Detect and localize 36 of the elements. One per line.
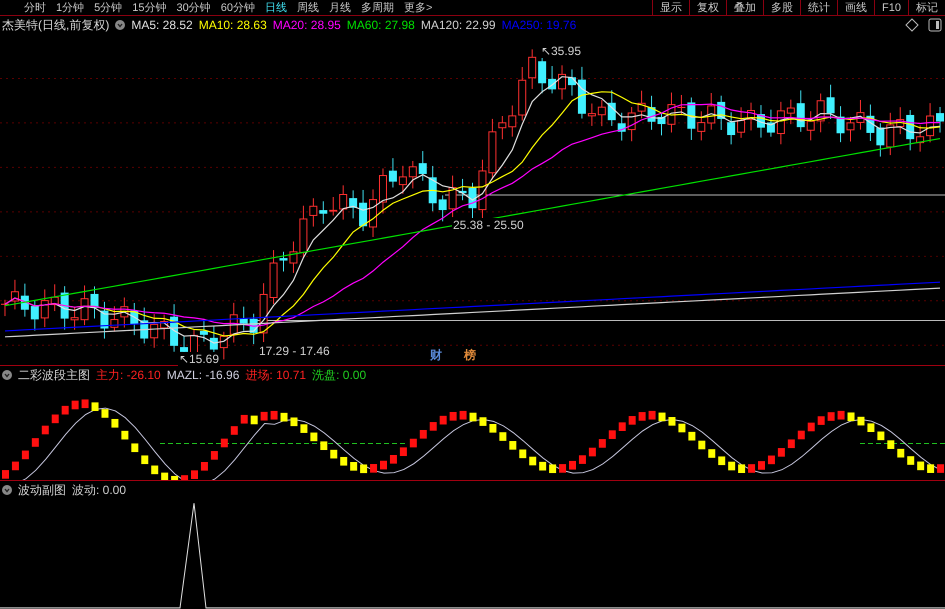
price-label: 17.29 - 17.46 xyxy=(258,344,331,358)
indicator-value: MA120: 22.99 xyxy=(420,18,496,32)
period-tab[interactable]: 5分钟 xyxy=(94,0,122,14)
indicator-value: MA5: 28.52 xyxy=(131,18,193,32)
collapse-icon[interactable] xyxy=(115,20,126,30)
indicator-value: 波动: 0.00 xyxy=(72,482,126,498)
indicator-title: 二彩波段主图 xyxy=(18,366,90,384)
indicator-value: 主力: -26.10 xyxy=(96,366,161,384)
period-tab[interactable]: 分时 xyxy=(24,0,46,14)
period-tab[interactable]: 月线 xyxy=(329,0,351,14)
price-label: 25.38 - 25.50 xyxy=(452,218,525,232)
indicator-title: 波动副图 xyxy=(18,482,66,498)
indicator-value: MAZL: -16.96 xyxy=(166,368,240,382)
period-tab[interactable]: 1分钟 xyxy=(56,0,84,14)
indicator-value: MA10: 28.63 xyxy=(198,18,267,32)
collapse-icon[interactable] xyxy=(2,370,12,380)
event-marker[interactable]: 榜 xyxy=(464,347,476,364)
indicator-value: MA20: 28.95 xyxy=(272,18,341,32)
indicator-value: MA60: 27.98 xyxy=(346,18,415,32)
period-tab[interactable]: 15分钟 xyxy=(132,0,166,14)
diamond-icon[interactable] xyxy=(905,18,919,32)
panel-icon[interactable] xyxy=(928,18,942,32)
period-tab[interactable]: 多周期 xyxy=(361,0,394,14)
period-tab[interactable]: 周线 xyxy=(297,0,319,14)
collapse-icon[interactable] xyxy=(2,485,12,495)
indicator-value: 进场: 10.71 xyxy=(245,366,306,384)
period-tab[interactable]: 60分钟 xyxy=(220,0,255,14)
price-label: ↖15.69 xyxy=(178,352,220,366)
indicator-value: 洗盘: 0.00 xyxy=(312,366,366,384)
chart-title: 杰美特(日线,前复权) xyxy=(2,16,110,34)
price-label: ↖35.95 xyxy=(540,44,582,58)
period-tab[interactable]: 更多> xyxy=(404,0,432,14)
period-tab[interactable]: 日线 xyxy=(265,0,287,14)
event-marker[interactable]: 财 xyxy=(430,347,442,364)
indicator-value: MA250: 19.76 xyxy=(502,18,576,32)
period-tab[interactable]: 30分钟 xyxy=(176,0,211,14)
